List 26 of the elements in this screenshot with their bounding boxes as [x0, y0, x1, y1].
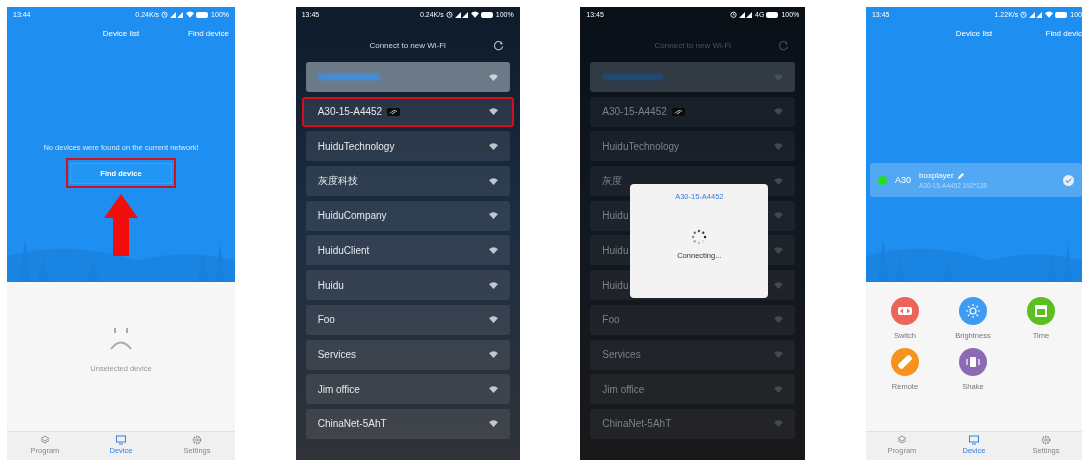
wifi-screen-title: Connect to new Wi-Fi: [654, 41, 732, 50]
network-name: A30-15-A4452: [602, 106, 667, 118]
device-name: boxplayer: [919, 171, 954, 180]
header-title: Device list: [102, 28, 140, 38]
network-name: Huidu: [602, 279, 629, 291]
network-name: Huidu: [317, 279, 344, 291]
network-name: HuiduClient: [317, 244, 370, 256]
network-name: ChinaNet-5AhT: [602, 418, 672, 430]
network-name: Huidu: [602, 210, 629, 222]
network-name: HuiduTechnology: [317, 140, 395, 152]
wifi-screen-title: Connect to new Wi-Fi: [369, 41, 446, 50]
device-model: A30: [894, 175, 911, 185]
network-name: A30-15-A4452: [317, 106, 383, 118]
network-name: Foo: [317, 314, 335, 326]
network-name: Foo: [602, 314, 620, 326]
header-title: Device list: [955, 28, 993, 38]
network-name: Services: [602, 349, 641, 360]
network-name: Jim office: [317, 383, 360, 395]
network-name: HuiduCompany: [317, 210, 387, 222]
network-name: Jim office: [602, 383, 645, 395]
network-name: 灰度: [602, 174, 623, 189]
network-name: Huidu: [602, 244, 629, 256]
network-name: 灰度科技: [317, 174, 358, 189]
network-name: ChinaNet-5AhT: [317, 418, 387, 430]
network-name: Services: [317, 349, 356, 360]
network-name: HuiduTechnology: [602, 140, 680, 152]
